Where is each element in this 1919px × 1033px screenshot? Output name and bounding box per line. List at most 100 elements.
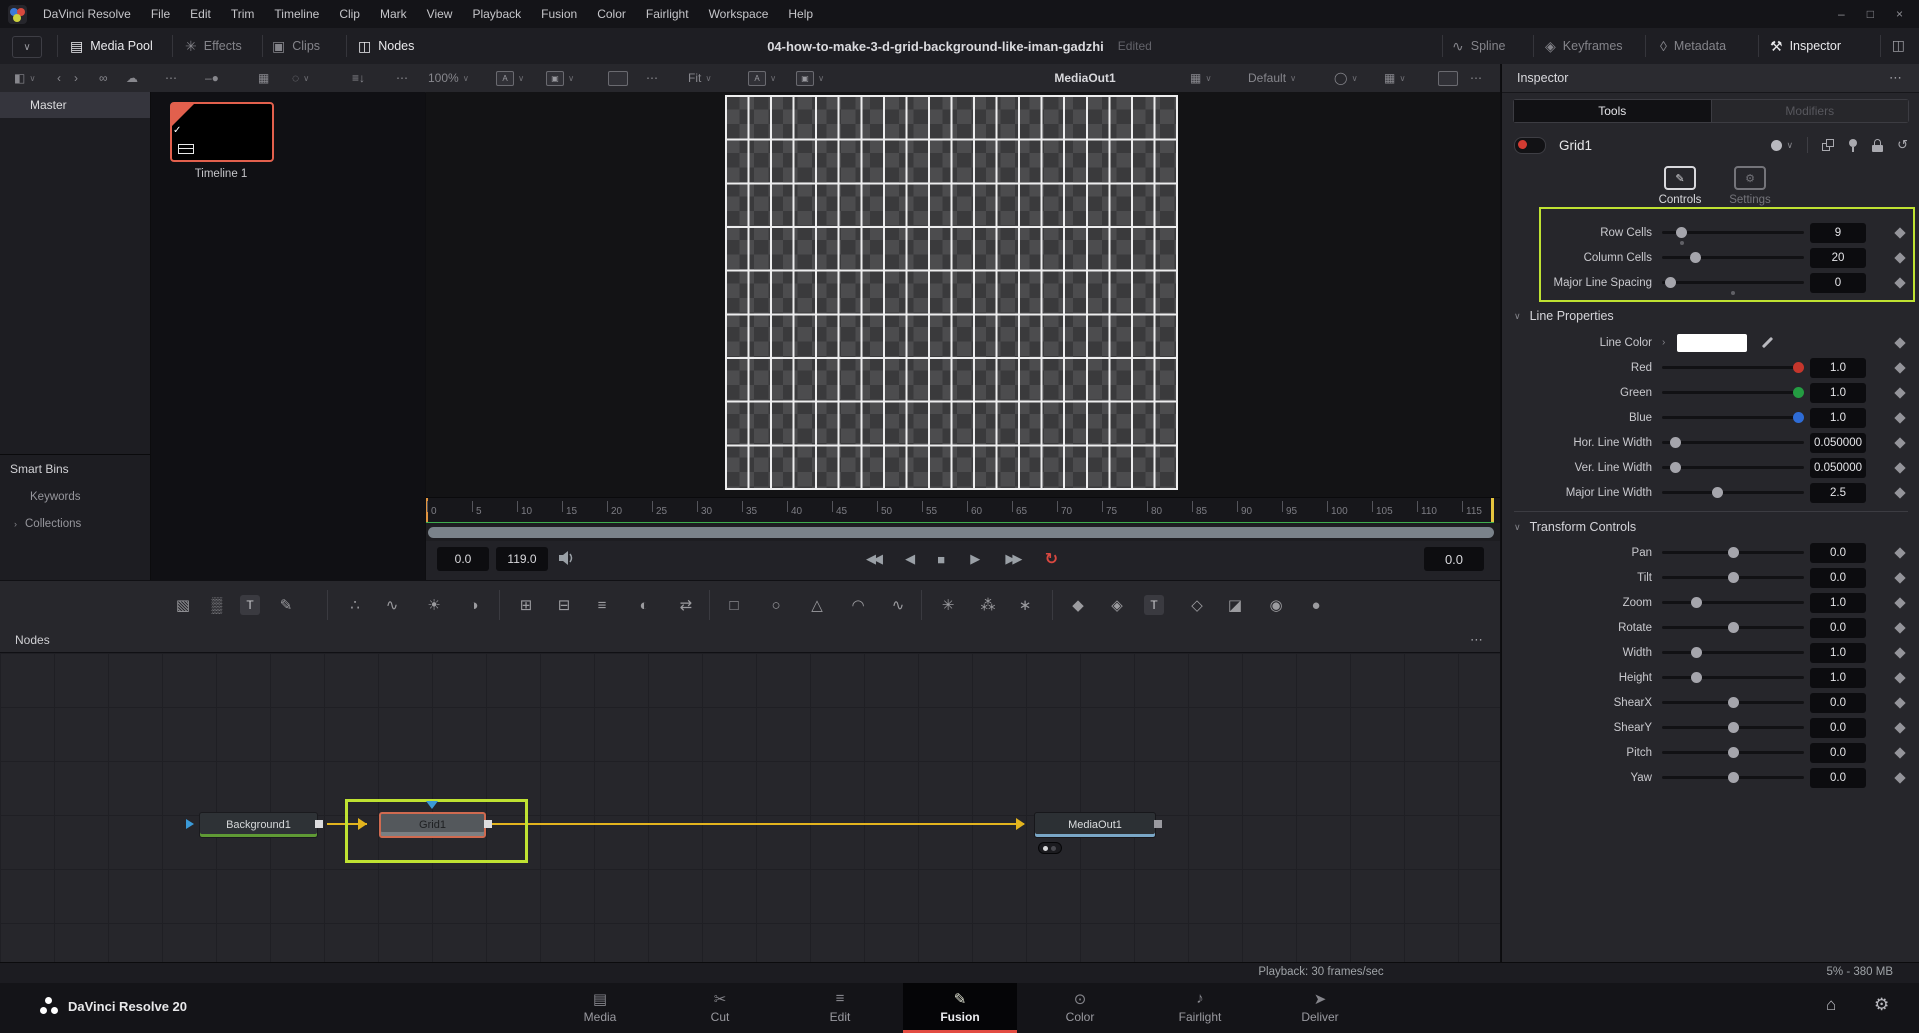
slider-handle[interactable] xyxy=(1793,362,1804,373)
menu-item-davinci-resolve[interactable]: DaVinci Resolve xyxy=(33,0,141,28)
node-color-select[interactable]: ∨ xyxy=(1771,140,1794,151)
back-button[interactable]: ‹ xyxy=(57,64,61,92)
menu-item-file[interactable]: File xyxy=(141,0,180,28)
viewer-options-more[interactable]: ⋯ xyxy=(1470,64,1484,92)
parameter-value-field[interactable]: 0.0 xyxy=(1810,618,1866,638)
parameter-slider[interactable] xyxy=(1662,665,1804,690)
polygon-mask-icon[interactable]: △ xyxy=(805,593,829,617)
paint-icon[interactable]: ✎ xyxy=(274,593,298,617)
keyframe-diamond-icon[interactable] xyxy=(1894,572,1905,583)
toolbar-button-spline[interactable]: ∿Spline xyxy=(1452,28,1505,64)
home-icon[interactable]: ⌂ xyxy=(1826,995,1836,1015)
parameter-value-field[interactable]: 0.0 xyxy=(1810,693,1866,713)
parameter-slider[interactable] xyxy=(1662,480,1804,505)
toolbar-button-metadata[interactable]: ◊Metadata xyxy=(1660,28,1726,64)
parameter-value-field[interactable]: 2.5 xyxy=(1810,483,1866,503)
toolbar-chevron-button[interactable]: ∨ xyxy=(12,36,42,58)
page-tab-fusion[interactable]: ✎Fusion xyxy=(903,983,1017,1030)
viewer2-buffer-select[interactable]: ▣∨ xyxy=(796,64,824,92)
particle-sprite-icon[interactable]: ∗ xyxy=(1013,593,1037,617)
ellipse-mask-icon[interactable]: ○ xyxy=(764,593,788,617)
panel-layout-icon[interactable]: ◫ xyxy=(1892,37,1905,54)
parameter-slider[interactable] xyxy=(1662,405,1804,430)
parameter-slider[interactable] xyxy=(1662,565,1804,590)
timecode-right-field[interactable]: 0.0 xyxy=(1424,547,1484,571)
keyframe-diamond-icon[interactable] xyxy=(1894,227,1905,238)
duration-field[interactable]: 119.0 xyxy=(496,547,548,571)
node-background1[interactable]: Background1 xyxy=(199,812,318,838)
shape-3d-icon[interactable]: ◈ xyxy=(1105,593,1129,617)
background1-output-connector[interactable] xyxy=(315,820,323,828)
slider-handle[interactable] xyxy=(1728,547,1739,558)
timeline-scrollbar[interactable] xyxy=(428,527,1494,538)
magic-wand-mask-icon[interactable]: ∿ xyxy=(886,593,910,617)
sort-button[interactable]: ≡↓ xyxy=(352,64,365,92)
color-curves-icon[interactable]: ∿ xyxy=(380,593,404,617)
parameter-value-field[interactable]: 9 xyxy=(1810,223,1866,243)
fast-noise-icon[interactable]: ▒ xyxy=(205,593,229,617)
parameter-slider[interactable] xyxy=(1662,355,1804,380)
tab-modifiers[interactable]: Modifiers xyxy=(1711,100,1909,122)
menu-item-timeline[interactable]: Timeline xyxy=(264,0,329,28)
parameter-value-field[interactable]: 1.0 xyxy=(1810,643,1866,663)
panel-toggle-button[interactable]: ◧∨ xyxy=(14,64,36,92)
spot-light-3d-icon[interactable]: ◉ xyxy=(1264,593,1288,617)
toolbar-button-media-pool[interactable]: ▤Media Pool xyxy=(70,28,153,64)
slider-handle[interactable] xyxy=(1728,772,1739,783)
viewer-buffer-select[interactable]: ▣∨ xyxy=(546,64,574,92)
minimize-icon[interactable]: – xyxy=(1838,7,1845,21)
parameter-value-field[interactable]: 1.0 xyxy=(1810,593,1866,613)
parameter-value-field[interactable]: 20 xyxy=(1810,248,1866,268)
menu-item-playback[interactable]: Playback xyxy=(462,0,531,28)
forward-button[interactable]: › xyxy=(74,64,78,92)
keyframe-diamond-icon[interactable] xyxy=(1894,697,1905,708)
keyframe-diamond-icon[interactable] xyxy=(1894,672,1905,683)
slider-handle[interactable] xyxy=(1676,227,1687,238)
parameter-slider[interactable] xyxy=(1662,690,1804,715)
matte-control-icon[interactable]: ◐ xyxy=(632,593,656,617)
render-range-end-marker[interactable] xyxy=(1491,498,1494,524)
menu-item-fairlight[interactable]: Fairlight xyxy=(636,0,699,28)
transform-icon[interactable]: ⇄ xyxy=(674,593,698,617)
renderer-3d-icon[interactable]: ● xyxy=(1304,593,1328,617)
merge-small-icon[interactable]: ⊟ xyxy=(552,593,576,617)
go-to-start-button[interactable]: ◀◀ xyxy=(866,551,880,567)
slider-handle[interactable] xyxy=(1728,722,1739,733)
parameter-slider[interactable] xyxy=(1662,270,1804,295)
camera-3d-icon[interactable]: ◪ xyxy=(1223,593,1247,617)
viewer-region-button[interactable] xyxy=(608,64,628,92)
lock-icon[interactable] xyxy=(1872,139,1883,152)
toolbar-button-inspector[interactable]: ⚒Inspector xyxy=(1770,28,1841,64)
hue-curves-icon[interactable]: ◑ xyxy=(462,593,486,617)
keyframe-diamond-icon[interactable] xyxy=(1894,362,1905,373)
page-tab-deliver[interactable]: ➤Deliver xyxy=(1263,983,1377,1030)
parameter-value-field[interactable]: 1.0 xyxy=(1810,408,1866,428)
menu-item-view[interactable]: View xyxy=(417,0,463,28)
sidebar-item-master[interactable]: Master xyxy=(0,92,150,118)
toolbar-button-effects[interactable]: ✳Effects xyxy=(185,28,242,64)
pin-icon[interactable] xyxy=(1848,139,1858,152)
slider-handle[interactable] xyxy=(1691,672,1702,683)
current-frame-field[interactable]: 0.0 xyxy=(437,547,489,571)
parameter-slider[interactable] xyxy=(1662,615,1804,640)
keyframe-diamond-icon[interactable] xyxy=(1894,647,1905,658)
parameter-value-field[interactable]: 0.0 xyxy=(1810,768,1866,788)
toolbar-button-nodes[interactable]: ◫Nodes xyxy=(358,28,414,64)
parameter-slider[interactable] xyxy=(1662,245,1804,270)
channel-booleans-icon[interactable]: ≡ xyxy=(590,593,614,617)
menu-item-mark[interactable]: Mark xyxy=(370,0,417,28)
page-tab-edit[interactable]: ≡Edit xyxy=(783,983,897,1030)
keyframe-diamond-icon[interactable] xyxy=(1894,747,1905,758)
keyframe-diamond-icon[interactable] xyxy=(1894,277,1905,288)
slider-handle[interactable] xyxy=(1670,462,1681,473)
search-button[interactable]: ◌∨ xyxy=(292,64,309,92)
menu-item-trim[interactable]: Trim xyxy=(221,0,265,28)
parameter-slider[interactable] xyxy=(1662,540,1804,565)
viewer-canvas[interactable] xyxy=(426,92,1500,497)
node-mediaout1[interactable]: MediaOut1 xyxy=(1034,812,1156,838)
slider-handle[interactable] xyxy=(1691,597,1702,608)
play-button[interactable]: ▶ xyxy=(970,551,980,567)
parameter-value-field[interactable]: 0.0 xyxy=(1810,718,1866,738)
slider-handle[interactable] xyxy=(1728,572,1739,583)
parameter-slider[interactable] xyxy=(1662,380,1804,405)
